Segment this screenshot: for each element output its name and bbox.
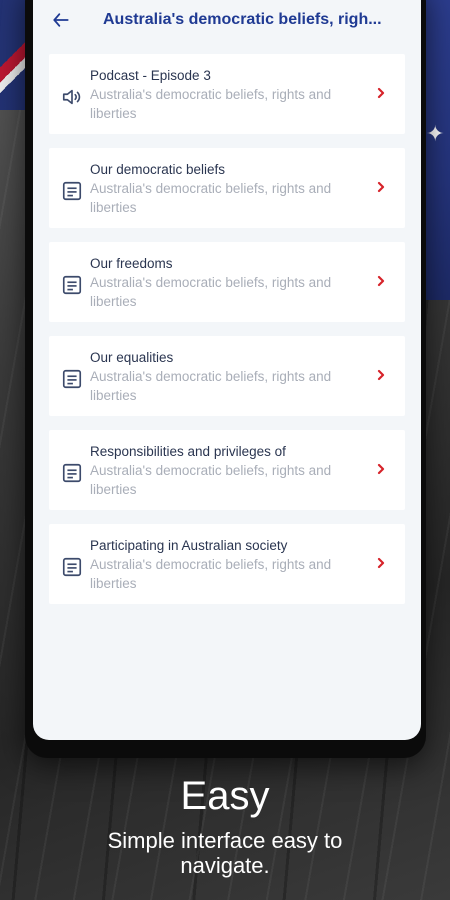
page-title: Australia's democratic beliefs, righ... <box>103 11 382 28</box>
list-item-subtitle: Australia's democratic beliefs, rights a… <box>90 463 332 497</box>
list-item-title: Our freedoms <box>90 256 173 271</box>
list-item-equalities[interactable]: Our equalities Australia's democratic be… <box>49 336 405 416</box>
chevron-right-icon <box>377 275 385 287</box>
chevron-right-icon <box>377 557 385 569</box>
list-item-text: Responsibilities and privileges of Austr… <box>90 443 350 499</box>
document-icon <box>62 463 82 483</box>
list-item-text: Our equalities Australia's democratic be… <box>90 349 350 405</box>
list-item-text: Our democratic beliefs Australia's democ… <box>90 161 350 217</box>
list-item-subtitle: Australia's democratic beliefs, rights a… <box>90 369 332 403</box>
list-item-title: Our democratic beliefs <box>90 162 226 177</box>
speaker-icon <box>62 89 81 105</box>
list-item-freedoms[interactable]: Our freedoms Australia's democratic beli… <box>49 242 405 322</box>
chevron-right-icon <box>377 87 385 99</box>
chevron-right-icon <box>377 181 385 193</box>
list-item-subtitle: Australia's democratic beliefs, rights a… <box>90 87 332 121</box>
list-item-title: Our equalities <box>90 350 174 365</box>
flag-star-icon: ✦ <box>426 121 445 146</box>
list-item-podcast[interactable]: Podcast - Episode 3 Australia's democrat… <box>49 54 405 134</box>
list-item-text: Podcast - Episode 3 Australia's democrat… <box>90 67 350 123</box>
arrow-left-icon[interactable] <box>51 10 71 30</box>
list-item-title: Podcast - Episode 3 <box>90 68 211 83</box>
list-item-title: Participating in Australian society <box>90 538 288 553</box>
list-item-subtitle: Australia's democratic beliefs, rights a… <box>90 557 332 591</box>
document-icon <box>62 369 82 389</box>
list-item-responsibilities[interactable]: Responsibilities and privileges of Austr… <box>49 430 405 510</box>
chevron-right-icon <box>377 369 385 381</box>
list-item-participating[interactable]: Participating in Australian society Aust… <box>49 524 405 604</box>
lesson-list: Podcast - Episode 3 Australia's democrat… <box>33 40 421 604</box>
document-icon <box>62 181 82 201</box>
app-bar: Australia's democratic beliefs, righ... <box>33 0 421 40</box>
promo-subtitle: Simple interface easy to navigate. <box>107 828 343 878</box>
phone-screen: Australia's democratic beliefs, righ... … <box>33 0 421 740</box>
list-item-subtitle: Australia's democratic beliefs, rights a… <box>90 275 332 309</box>
list-item-text: Participating in Australian society Aust… <box>90 537 350 593</box>
list-item-democratic-beliefs[interactable]: Our democratic beliefs Australia's democ… <box>49 148 405 228</box>
list-item-subtitle: Australia's democratic beliefs, rights a… <box>90 181 332 215</box>
chevron-right-icon <box>377 463 385 475</box>
list-item-text: Our freedoms Australia's democratic beli… <box>90 255 350 311</box>
document-icon <box>62 275 82 295</box>
document-icon <box>62 557 82 577</box>
list-item-title: Responsibilities and privileges of <box>90 444 286 459</box>
promo-title: Easy <box>180 774 270 818</box>
